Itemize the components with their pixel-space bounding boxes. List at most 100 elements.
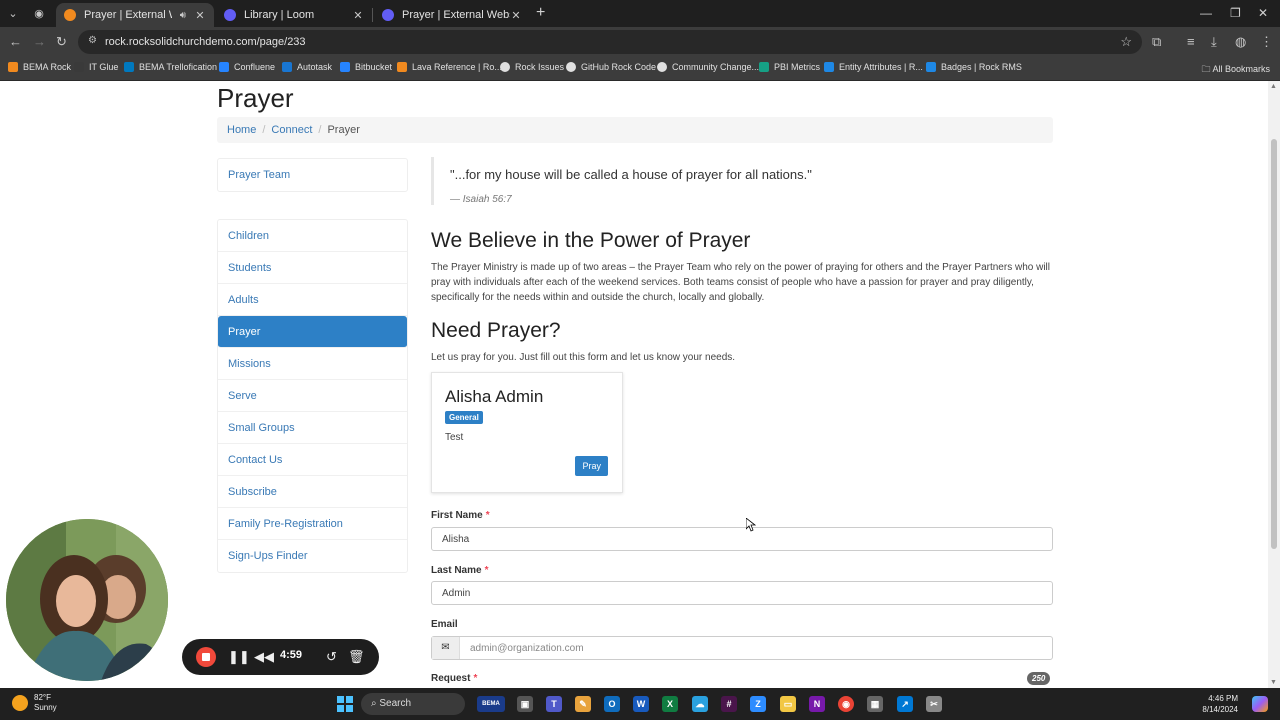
all-bookmarks-button[interactable]: 🗀 All Bookmarks [1201,62,1270,78]
word-icon[interactable]: W [633,696,649,712]
back-icon[interactable]: ← [9,34,22,50]
bookmark-item[interactable]: Autotask [282,62,332,72]
last-name-input[interactable]: Admin [431,581,1053,605]
excel-icon[interactable]: X [662,696,678,712]
forward-icon[interactable]: → [33,34,46,50]
loom-camera-bubble[interactable] [6,519,168,681]
close-window-icon[interactable]: ✕ [1258,6,1268,20]
bookmark-icon [759,62,769,72]
scrollbar-thumb[interactable] [1271,139,1277,549]
sidebar-item-contact-us[interactable]: Contact Us [218,444,407,476]
rewind-icon[interactable]: ◀◀ [254,648,274,666]
prayer-request-card: Alisha Admin General Test Pray [431,372,623,493]
sidebar-item-missions[interactable]: Missions [218,348,407,380]
sidebar-item-prayer[interactable]: Prayer [218,316,407,348]
bookmark-item[interactable]: Community Change... [657,62,759,72]
pray-button[interactable]: Pray [575,456,608,476]
weather-widget[interactable]: 82°F Sunny [12,693,57,713]
tab-library-loom[interactable]: Library | Loom ✕ [216,3,372,27]
teams-icon[interactable]: T [546,696,562,712]
bookmark-label: Badges | Rock RMS [941,62,1022,72]
bookmark-item[interactable]: PBI Metrics [759,62,820,72]
bookmark-star-icon[interactable]: ☆ [1120,34,1132,50]
cloud-app-icon[interactable]: ☁ [692,696,708,712]
tab-search-icon[interactable]: ⌄ [4,5,22,23]
zoom-icon[interactable]: Z [750,696,766,712]
bookmark-item[interactable]: Badges | Rock RMS [926,62,1022,72]
sidebar-item-students[interactable]: Students [218,252,407,284]
sidebar-item-serve[interactable]: Serve [218,380,407,412]
reload-icon[interactable]: ↻ [56,34,67,50]
sidebar-top-nav: Prayer Team [217,158,408,192]
restore-icon[interactable]: ❐ [1230,6,1241,20]
sidebar-item-children[interactable]: Children [218,220,407,252]
trash-icon[interactable]: 🗑︎ [348,648,365,666]
minimize-icon[interactable]: — [1200,6,1212,20]
bookmark-item[interactable]: IT Glue [74,62,118,72]
outlook-icon[interactable]: O [604,696,620,712]
bookmark-label: Bitbucket [355,62,393,72]
bookmark-item[interactable]: GitHub Rock Code [566,62,656,72]
restart-icon[interactable]: ↺ [326,648,337,666]
sidebar-item-prayer-team[interactable]: Prayer Team [218,159,407,191]
bookmark-item[interactable]: Entity Attributes | R... [824,62,923,72]
bookmark-item[interactable]: BEMA Rock [8,62,71,72]
sidebar-item-subscribe[interactable]: Subscribe [218,476,407,508]
loom-favicon-icon [224,9,236,21]
store-icon[interactable]: ▦ [867,696,883,712]
menu-icon[interactable]: ⋮ [1260,34,1273,50]
remote-app-icon[interactable]: ↗ [897,696,913,712]
site-info-icon[interactable]: ⚙ [88,35,100,47]
globe-icon [657,62,667,72]
extensions-icon[interactable]: ⧉ [1152,34,1161,50]
first-name-input[interactable]: Alisha [431,527,1053,551]
media-icon[interactable]: ≡ [1187,34,1195,50]
copilot-icon[interactable] [1252,696,1268,712]
audio-icon[interactable]: 🔊︎ [180,10,186,21]
sidebar-item-small-groups[interactable]: Small Groups [218,412,407,444]
close-tab-icon[interactable]: ✕ [352,9,364,22]
bookmark-item[interactable]: Confluene [219,62,275,72]
bookmark-item[interactable]: Lava Reference | Ro... [397,62,502,72]
tab-prayer-external-2[interactable]: Prayer | External Website - 14 A ✕ [374,3,530,27]
windows-start-icon[interactable] [337,696,353,712]
windows-taskbar: 82°F Sunny ⌕ Search BEMA ▣ T ✎ O W X ☁ #… [0,688,1280,720]
sidebar-item-family-pre-registration[interactable]: Family Pre-Registration [218,508,407,540]
sidebar-item-sign-ups-finder[interactable]: Sign-Ups Finder [218,540,407,572]
scroll-up-icon[interactable]: ▲ [1270,83,1277,90]
close-tab-icon[interactable]: ✕ [194,9,206,22]
download-icon[interactable]: ⤓ [1211,34,1217,50]
slack-icon[interactable]: # [721,696,737,712]
bookmark-item[interactable]: Rock Issues [500,62,564,72]
bookmark-item[interactable]: Bitbucket [340,62,392,72]
sidebar-nav: Children Students Adults Prayer Missions… [217,219,408,573]
tab-prayer-external[interactable]: Prayer | External Website 🔊︎ ✕ [56,3,214,27]
address-bar[interactable]: ⚙ rock.rocksolidchurchdemo.com/page/233 … [78,30,1142,54]
close-tab-icon[interactable]: ✕ [510,9,522,22]
chrome-icon[interactable]: ◉ [838,696,854,712]
system-clock[interactable]: 4:46 PM 8/14/2024 [1202,693,1238,715]
folder-icon: 🗀 [1201,64,1213,74]
page-scrollbar[interactable]: ▲ ▼ [1268,81,1280,688]
bookmark-item[interactable]: BEMA Trellofication [124,62,217,72]
breadcrumb-connect[interactable]: Connect [271,124,312,136]
onenote-icon[interactable]: N [809,696,825,712]
email-field[interactable]: ✉ admin@organization.com [431,636,1053,660]
bema-app-icon[interactable]: BEMA [477,696,505,712]
sidebar-item-adults[interactable]: Adults [218,284,407,316]
task-view-icon[interactable]: ▣ [517,696,533,712]
stop-recording-button[interactable] [196,647,216,667]
breadcrumb-home[interactable]: Home [227,124,256,136]
pencil-app-icon[interactable]: ✎ [575,696,591,712]
profile-icon[interactable]: ◍ [1235,34,1246,50]
new-tab-icon[interactable]: + [536,5,545,21]
taskbar-search[interactable]: ⌕ Search [361,693,465,715]
pause-icon[interactable]: ❚❚ [228,648,250,666]
file-explorer-icon[interactable]: ▭ [780,696,796,712]
record-icon[interactable]: ◉ [30,5,48,23]
scroll-down-icon[interactable]: ▼ [1270,679,1277,686]
snip-icon[interactable]: ✂ [926,696,942,712]
category-badge: General [445,411,483,424]
browser-tab-strip: ⌄ ◉ Prayer | External Website 🔊︎ ✕ Libra… [0,0,1280,27]
email-icon: ✉ [432,637,460,659]
